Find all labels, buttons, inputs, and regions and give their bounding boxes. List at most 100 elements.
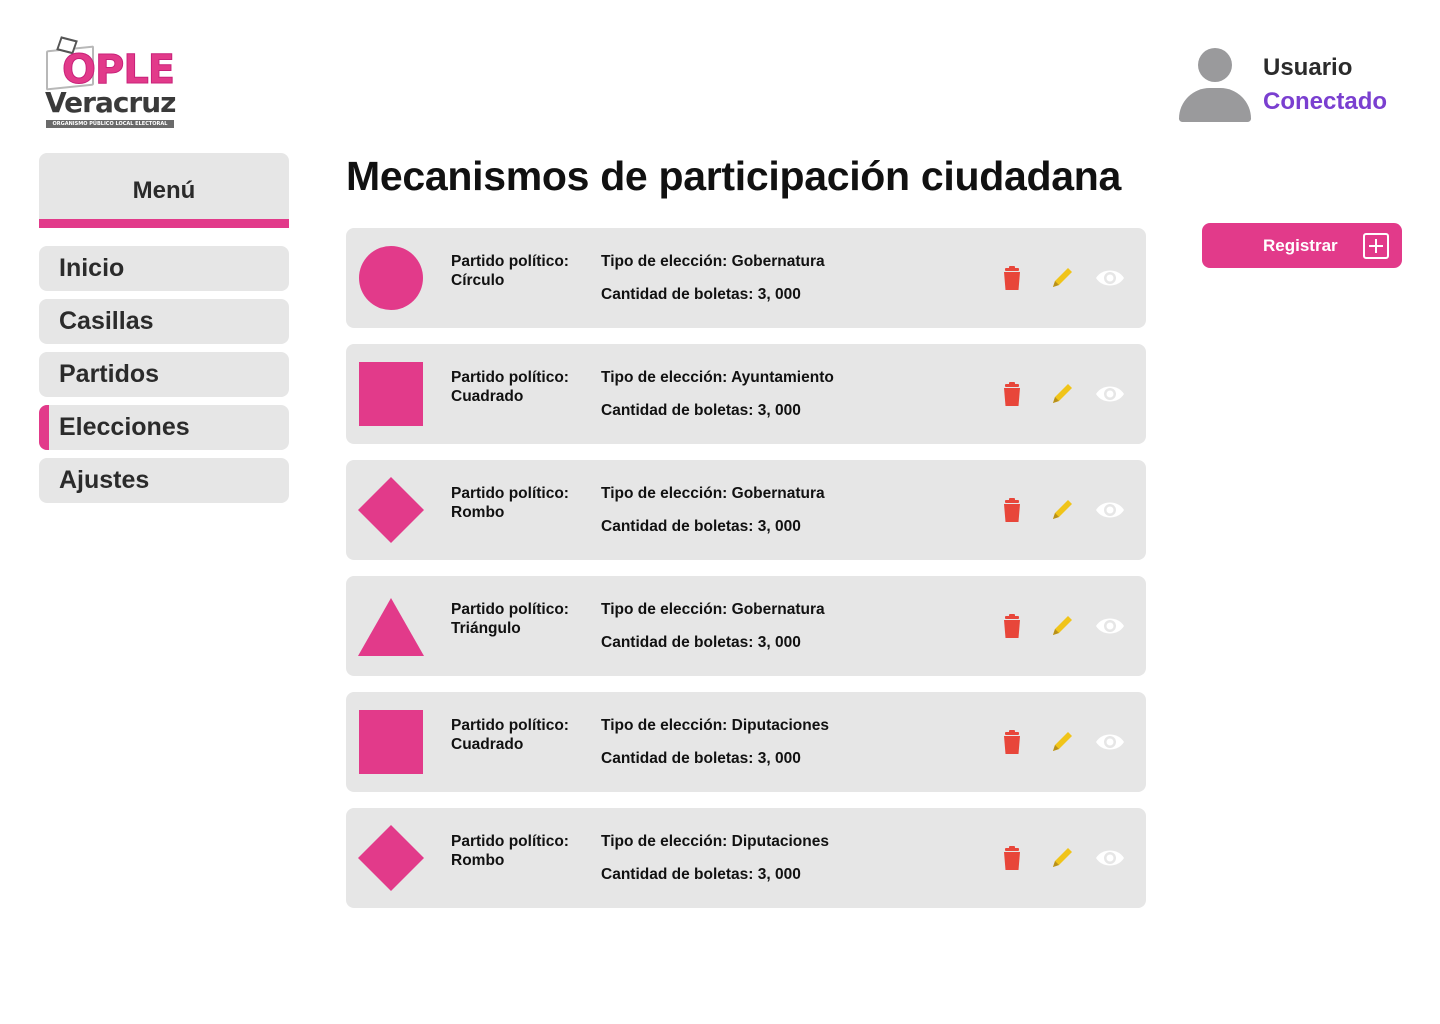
register-button-label: Registrar (1263, 236, 1338, 255)
party-name: Triángulo (451, 620, 521, 637)
ballots-value: 3, 000 (757, 750, 801, 767)
election-prefix: Tipo de elección: (601, 833, 728, 850)
menu-title: Menú (132, 177, 196, 204)
party-diamond-icon (358, 825, 424, 891)
party-prefix: Partido político: (451, 369, 569, 386)
party-label: Partido político: Rombo (451, 832, 591, 870)
party-circle-icon (358, 245, 424, 311)
record-card: Partido político: Rombo Tipo de elección: … (346, 460, 1146, 560)
election-type: Tipo de elección: Gobernatura (601, 600, 825, 619)
user-name: Usuario (1263, 54, 1353, 81)
sidebar-item-ajustes[interactable]: Ajustes (39, 458, 289, 503)
ballots-prefix: Cantidad de boletas: (601, 286, 754, 303)
logo-subtitle: ORGANISMO PÚBLICO LOCAL ELECTORAL (46, 120, 174, 128)
election-type: Tipo de elección: Gobernatura (601, 484, 825, 503)
election-prefix: Tipo de elección: (601, 717, 728, 734)
sidebar-item-casillas[interactable]: Casillas (39, 299, 289, 344)
trash-icon[interactable] (996, 842, 1028, 874)
pencil-icon[interactable] (1046, 378, 1078, 410)
user-avatar-icon (1178, 48, 1252, 122)
eye-icon[interactable] (1094, 378, 1126, 410)
ballot-count: Cantidad de boletas: 3, 000 (601, 865, 801, 884)
ballots-value: 3, 000 (757, 866, 801, 883)
ballots-prefix: Cantidad de boletas: (601, 518, 754, 535)
election-value: Ayuntamiento (731, 369, 834, 386)
sidebar-item-elecciones[interactable]: Elecciones (39, 405, 289, 450)
user-status: Conectado (1263, 88, 1388, 115)
election-type: Tipo de elección: Diputaciones (601, 716, 829, 735)
user-info[interactable]: Usuario Conectado (1178, 48, 1408, 124)
election-prefix: Tipo de elección: (601, 601, 728, 618)
ballots-value: 3, 000 (757, 518, 801, 535)
party-name: Rombo (451, 852, 505, 869)
party-square-icon (358, 709, 424, 775)
ballots-prefix: Cantidad de boletas: (601, 402, 754, 419)
eye-icon[interactable] (1094, 726, 1126, 758)
ballots-value: 3, 000 (757, 402, 801, 419)
party-prefix: Partido político: (451, 485, 569, 502)
election-value: Gobernatura (731, 485, 825, 502)
sidebar-item-inicio[interactable]: Inicio (39, 246, 289, 291)
record-card: Partido político: Cuadrado Tipo de elecció… (346, 344, 1146, 444)
pencil-icon[interactable] (1046, 494, 1078, 526)
page-title: Mecanismos de participación ciudadana (346, 153, 1121, 199)
trash-icon[interactable] (996, 494, 1028, 526)
party-label: Partido político: Triángulo (451, 600, 591, 638)
ballot-count: Cantidad de boletas: 3, 000 (601, 749, 801, 768)
party-prefix: Partido político: (451, 717, 569, 734)
sidebar-nav: Inicio Casillas Partidos Elecciones Ajustes (39, 246, 289, 511)
menu-header: Menú (39, 153, 289, 228)
election-type: Tipo de elección: Gobernatura (601, 252, 825, 271)
election-value: Diputaciones (731, 833, 829, 850)
ballots-prefix: Cantidad de boletas: (601, 866, 754, 883)
ballot-count: Cantidad de boletas: 3, 000 (601, 633, 801, 652)
party-label: Partido político: Círculo (451, 252, 591, 290)
party-name: Círculo (451, 272, 505, 289)
pencil-icon[interactable] (1046, 726, 1078, 758)
party-name: Rombo (451, 504, 505, 521)
ballots-prefix: Cantidad de boletas: (601, 750, 754, 767)
records-list: Partido político: Círculo Tipo de elección… (346, 228, 1146, 924)
election-prefix: Tipo de elección: (601, 369, 728, 386)
party-prefix: Partido político: (451, 253, 569, 270)
party-prefix: Partido político: (451, 833, 569, 850)
ballot-count: Cantidad de boletas: 3, 000 (601, 517, 801, 536)
record-card: Partido político: Círculo Tipo de elección… (346, 228, 1146, 328)
ballots-value: 3, 000 (757, 634, 801, 651)
eye-icon[interactable] (1094, 262, 1126, 294)
register-button[interactable]: Registrar (1202, 223, 1402, 268)
party-diamond-icon (358, 477, 424, 543)
pencil-icon[interactable] (1046, 842, 1078, 874)
trash-icon[interactable] (996, 610, 1028, 642)
ballot-count: Cantidad de boletas: 3, 000 (601, 285, 801, 304)
logo-city: Veracruz (45, 86, 176, 119)
pencil-icon[interactable] (1046, 610, 1078, 642)
pencil-icon[interactable] (1046, 262, 1078, 294)
record-card: Partido político: Triángulo Tipo de elecci… (346, 576, 1146, 676)
party-name: Cuadrado (451, 388, 524, 405)
trash-icon[interactable] (996, 726, 1028, 758)
ballots-prefix: Cantidad de boletas: (601, 634, 754, 651)
election-prefix: Tipo de elección: (601, 485, 728, 502)
election-type: Tipo de elección: Diputaciones (601, 832, 829, 851)
eye-icon[interactable] (1094, 610, 1126, 642)
party-name: Cuadrado (451, 736, 524, 753)
election-type: Tipo de elección: Ayuntamiento (601, 368, 834, 387)
sidebar-item-partidos[interactable]: Partidos (39, 352, 289, 397)
election-value: Gobernatura (731, 601, 825, 618)
plus-icon (1363, 233, 1389, 259)
trash-icon[interactable] (996, 262, 1028, 294)
ballot-count: Cantidad de boletas: 3, 000 (601, 401, 801, 420)
party-square-icon (358, 361, 424, 427)
eye-icon[interactable] (1094, 494, 1126, 526)
party-label: Partido político: Cuadrado (451, 368, 591, 406)
election-prefix: Tipo de elección: (601, 253, 728, 270)
ballots-value: 3, 000 (757, 286, 801, 303)
record-card: Partido político: Cuadrado Tipo de elecció… (346, 692, 1146, 792)
party-label: Partido político: Cuadrado (451, 716, 591, 754)
trash-icon[interactable] (996, 378, 1028, 410)
eye-icon[interactable] (1094, 842, 1126, 874)
election-value: Diputaciones (731, 717, 829, 734)
record-card: Partido político: Rombo Tipo de elección: … (346, 808, 1146, 908)
ople-logo: OPLE Veracruz ORGANISMO PÚBLICO LOCAL EL… (44, 38, 178, 130)
